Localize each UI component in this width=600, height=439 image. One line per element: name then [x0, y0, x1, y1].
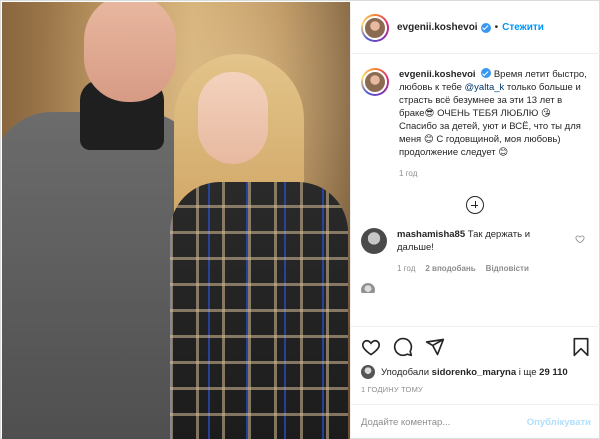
comment-meta: 1 год 2 вподобань Відповісти: [397, 264, 589, 273]
photo-figure-man-head: [84, 2, 176, 102]
comments-list[interactable]: evgenii.koshevoi Время летит быстро, люб…: [351, 54, 600, 326]
header-separator: •: [494, 22, 499, 33]
caption-text-end: только больше и страсть всё безумнее за …: [399, 82, 581, 158]
photo-figure-woman-dress: [170, 182, 348, 439]
post-actions: Уподобали sidorenko_maryna і ще 29 110 1…: [351, 326, 600, 404]
liker-username[interactable]: sidorenko_maryna: [432, 367, 516, 378]
partial-commenter-avatar[interactable]: [361, 283, 375, 293]
author-username[interactable]: evgenii.koshevoi: [397, 22, 478, 33]
likes-prefix: Уподобали: [381, 366, 430, 378]
post-window: evgenii.koshevoi • Стежити evgenii.koshe…: [0, 0, 600, 439]
comment-likes-count[interactable]: 2 вподобань: [425, 264, 475, 273]
caption-body: evgenii.koshevoi Время летит быстро, люб…: [399, 68, 589, 180]
post-photo[interactable]: [2, 2, 350, 439]
load-more-comments[interactable]: [361, 196, 589, 214]
bookmark-icon[interactable]: [571, 337, 591, 357]
commenter-avatar[interactable]: [361, 228, 387, 254]
comment-input[interactable]: [361, 416, 527, 428]
share-icon[interactable]: [425, 337, 445, 357]
caption-time: 1 год: [399, 169, 418, 178]
add-comment-bar: Опублікувати: [351, 404, 600, 439]
likes-summary: Уподобали sidorenko_maryna і ще 29 110: [361, 365, 591, 379]
caption-avatar[interactable]: [361, 68, 389, 96]
action-icons: [361, 335, 591, 359]
post-side-panel: evgenii.koshevoi • Стежити evgenii.koshe…: [350, 2, 600, 439]
posted-ago[interactable]: 1 ГОДИНУ ТОМУ: [361, 385, 591, 394]
author-avatar[interactable]: [361, 13, 389, 42]
heart-icon[interactable]: [361, 337, 381, 357]
caption-mention-link[interactable]: @yalta_k: [465, 82, 505, 93]
comment-time: 1 год: [397, 264, 416, 273]
comment-heart-icon[interactable]: [575, 234, 585, 244]
publish-button[interactable]: Опублікувати: [527, 417, 591, 428]
caption-username[interactable]: evgenii.koshevoi: [399, 69, 476, 80]
verified-badge-icon: [480, 22, 491, 33]
comment-body: mashamisha85 Так держать и дальше!: [397, 228, 567, 254]
comment-username[interactable]: mashamisha85: [397, 229, 465, 240]
likes-middle: і ще: [518, 366, 537, 378]
caption: evgenii.koshevoi Время летит быстро, люб…: [361, 68, 589, 180]
plus-circle-icon[interactable]: [466, 196, 484, 214]
likes-count[interactable]: 29 110: [539, 367, 568, 378]
photo-figure-woman-face: [198, 72, 268, 164]
liker-avatar[interactable]: [361, 365, 375, 379]
follow-button[interactable]: Стежити: [502, 22, 544, 33]
post-header: evgenii.koshevoi • Стежити: [351, 2, 600, 54]
comment-reply-button[interactable]: Відповісти: [486, 264, 529, 273]
verified-badge-icon: [481, 68, 492, 78]
comment-icon[interactable]: [393, 337, 413, 357]
comment-item: mashamisha85 Так держать и дальше!: [361, 228, 589, 254]
partial-comment-item: [361, 283, 589, 293]
